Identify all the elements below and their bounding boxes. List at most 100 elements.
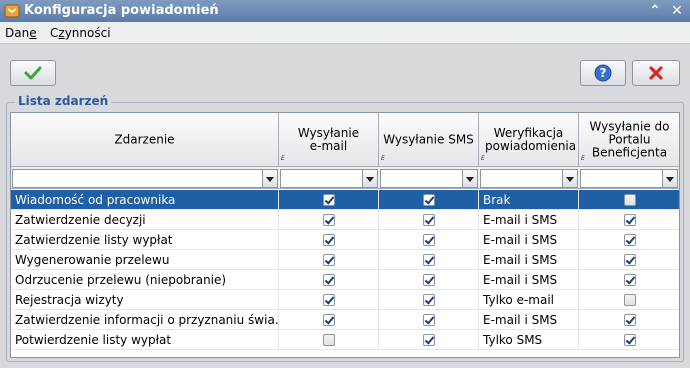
- sms-cell: [379, 310, 479, 330]
- title-bar: Konfiguracja powiadomień ⌃ ✕: [0, 0, 690, 22]
- sms-checkbox[interactable]: [423, 234, 435, 246]
- portal-checkbox[interactable]: [624, 254, 636, 266]
- event-name: Zatwierdzenie listy wypłat: [11, 230, 279, 250]
- email-checkbox[interactable]: [323, 334, 335, 346]
- sms-checkbox[interactable]: [423, 194, 435, 206]
- filter-sms[interactable]: [380, 169, 478, 188]
- filter-row: [11, 167, 679, 189]
- email-checkbox[interactable]: [323, 294, 335, 306]
- col-header-event[interactable]: Zdarzenie: [11, 113, 279, 167]
- email-cell: [279, 250, 379, 270]
- email-checkbox[interactable]: [323, 214, 335, 226]
- sms-checkbox[interactable]: [423, 274, 435, 286]
- window-title: Konfiguracja powiadomień: [24, 3, 219, 18]
- verification-value: Tylko e-mail: [479, 290, 579, 310]
- portal-checkbox[interactable]: [624, 274, 636, 286]
- email-cell: [279, 230, 379, 250]
- menu-dane[interactable]: Dane: [5, 26, 37, 40]
- verification-value: E-mail i SMS: [479, 310, 579, 330]
- help-button[interactable]: ?: [580, 60, 626, 86]
- portal-checkbox[interactable]: [624, 214, 636, 226]
- portal-cell: [579, 250, 679, 270]
- chevron-down-icon[interactable]: [362, 170, 377, 187]
- verification-value: E-mail i SMS: [479, 230, 579, 250]
- portal-checkbox[interactable]: [624, 234, 636, 246]
- email-cell: [279, 270, 379, 290]
- portal-checkbox[interactable]: [624, 334, 636, 346]
- table-row[interactable]: Wiadomość od pracownika Brak: [11, 190, 679, 210]
- portal-cell: [579, 270, 679, 290]
- email-checkbox[interactable]: [323, 274, 335, 286]
- email-cell: [279, 310, 379, 330]
- table-row[interactable]: Wygenerowanie przelewu E-mail i SMS: [11, 250, 679, 270]
- sms-checkbox[interactable]: [423, 314, 435, 326]
- app-icon: [4, 4, 20, 18]
- confirm-button[interactable]: [10, 60, 56, 86]
- sms-cell: [379, 210, 479, 230]
- email-cell: [279, 190, 379, 210]
- svg-text:?: ?: [600, 66, 607, 80]
- email-checkbox[interactable]: [323, 194, 335, 206]
- close-window-icon[interactable]: ✕: [668, 2, 686, 20]
- portal-cell: [579, 290, 679, 310]
- event-name: Potwierdzenie listy wypłat: [11, 330, 279, 350]
- table-row[interactable]: Zatwierdzenie listy wypłat E-mail i SMS: [11, 230, 679, 250]
- sms-cell: [379, 230, 479, 250]
- sms-checkbox[interactable]: [423, 254, 435, 266]
- event-name: Zatwierdzenie informacji o przyznaniu św…: [11, 310, 279, 330]
- email-cell: [279, 330, 379, 350]
- filter-event[interactable]: [12, 169, 278, 188]
- event-name: Zatwierdzenie decyzji: [11, 210, 279, 230]
- verification-value: E-mail i SMS: [479, 210, 579, 230]
- portal-cell: [579, 330, 679, 350]
- email-checkbox[interactable]: [323, 314, 335, 326]
- event-name: Rejestracja wizyty: [11, 290, 279, 310]
- filter-verification[interactable]: [480, 169, 578, 188]
- chevron-down-icon[interactable]: [562, 170, 577, 187]
- menu-czynnosci[interactable]: Czynności: [50, 26, 111, 40]
- email-checkbox[interactable]: [323, 234, 335, 246]
- event-name: Wygenerowanie przelewu: [11, 250, 279, 270]
- group-title: Lista zdarzeń: [15, 94, 112, 108]
- email-cell: [279, 210, 379, 230]
- verification-value: E-mail i SMS: [479, 270, 579, 290]
- sms-checkbox[interactable]: [423, 214, 435, 226]
- portal-cell: [579, 310, 679, 330]
- event-name: Odrzucenie przelewu (niepobranie): [11, 270, 279, 290]
- table-row[interactable]: Potwierdzenie listy wypłat Tylko SMS: [11, 330, 679, 350]
- portal-cell: [579, 210, 679, 230]
- portal-checkbox[interactable]: [624, 194, 636, 206]
- cancel-button[interactable]: [632, 60, 680, 86]
- sms-cell: [379, 250, 479, 270]
- chevron-down-icon[interactable]: [662, 170, 677, 187]
- events-table: Zdarzenie Wysyłanie e-mail E Wysyłanie SM…: [10, 112, 680, 358]
- email-checkbox[interactable]: [323, 254, 335, 266]
- sms-checkbox[interactable]: [423, 294, 435, 306]
- collapse-chevron-icon[interactable]: ⌃: [646, 2, 664, 20]
- sms-cell: [379, 270, 479, 290]
- table-row[interactable]: Odrzucenie przelewu (niepobranie) E-mail …: [11, 270, 679, 290]
- sms-checkbox[interactable]: [423, 334, 435, 346]
- portal-checkbox[interactable]: [624, 314, 636, 326]
- verification-value: Tylko SMS: [479, 330, 579, 350]
- table-row[interactable]: Zatwierdzenie decyzji E-mail i SMS: [11, 210, 679, 230]
- check-icon: [24, 66, 42, 80]
- col-header-verification[interactable]: Weryfikacja powiadomienia E: [479, 113, 579, 167]
- portal-cell: [579, 190, 679, 210]
- filter-portal[interactable]: [580, 169, 678, 188]
- chevron-down-icon[interactable]: [462, 170, 477, 187]
- portal-cell: [579, 230, 679, 250]
- filter-email[interactable]: [280, 169, 378, 188]
- sms-cell: [379, 190, 479, 210]
- sms-cell: [379, 330, 479, 350]
- col-header-sms[interactable]: Wysyłanie SMS E: [379, 113, 479, 167]
- col-header-portal[interactable]: Wysyłanie do Portalu Beneficjenta E: [579, 113, 679, 167]
- email-cell: [279, 290, 379, 310]
- question-icon: ?: [594, 64, 612, 82]
- table-row[interactable]: Rejestracja wizyty Tylko e-mail: [11, 290, 679, 310]
- col-header-email[interactable]: Wysyłanie e-mail E: [279, 113, 379, 167]
- menu-bar: Dane Czynności: [0, 22, 690, 44]
- table-row[interactable]: Zatwierdzenie informacji o przyznaniu św…: [11, 310, 679, 330]
- portal-checkbox[interactable]: [624, 294, 636, 306]
- chevron-down-icon[interactable]: [262, 170, 277, 187]
